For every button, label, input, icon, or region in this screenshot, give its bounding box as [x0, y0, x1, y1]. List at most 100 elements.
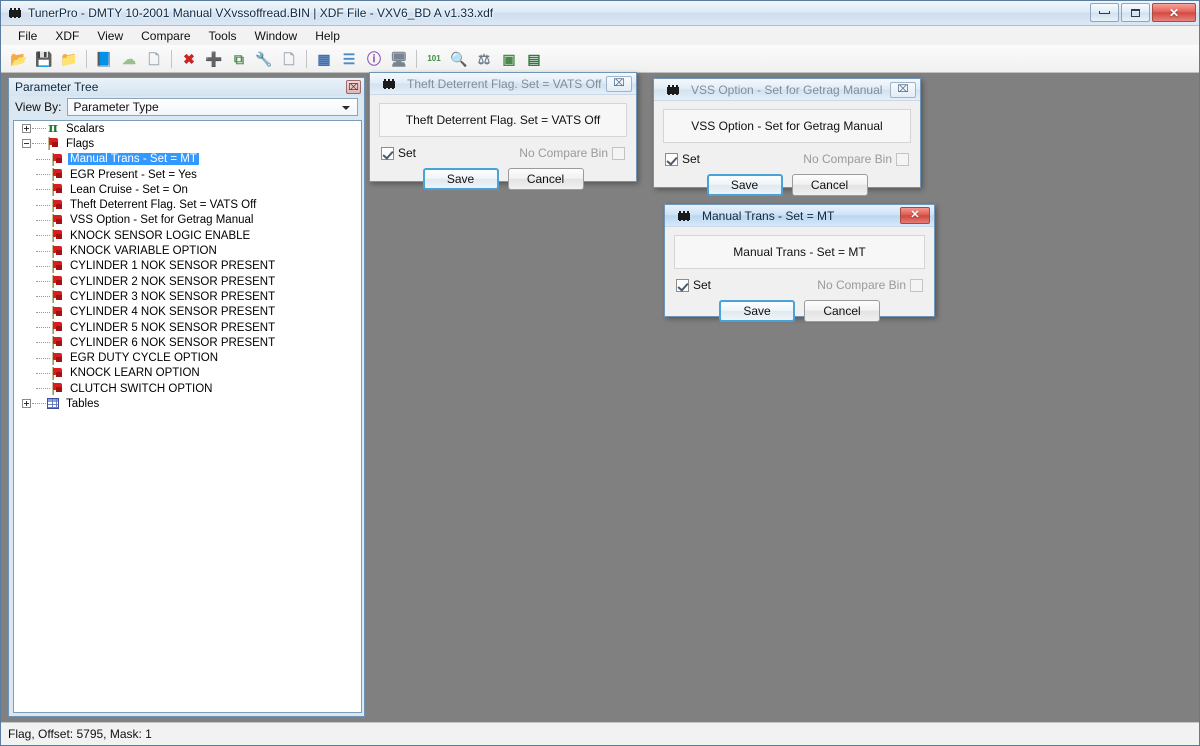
cancel-button[interactable]: Cancel: [791, 174, 868, 196]
flag-icon: [50, 336, 64, 350]
save-button[interactable]: Save: [422, 168, 499, 190]
no-compare-bin-checkbox: [910, 278, 923, 292]
toolbar-separator: [416, 49, 417, 68]
cancel-button[interactable]: Cancel: [804, 300, 880, 322]
menubar: File XDF View Compare Tools Window Help: [1, 26, 1199, 45]
load-xdf-button[interactable]: 📘: [92, 47, 116, 71]
menu-help[interactable]: Help: [306, 28, 349, 44]
dialog-buttons: Save Cancel: [379, 168, 627, 190]
dialog-vss-option[interactable]: VSS Option - Set for Getrag Manual ⌧ VSS O…: [653, 78, 921, 196]
dialog-title: VSS Option - Set for Getrag Manual: [691, 82, 883, 97]
set-checkbox[interactable]: [381, 146, 394, 160]
minimize-button[interactable]: [1090, 3, 1119, 22]
menu-view[interactable]: View: [88, 28, 132, 44]
open-file-button[interactable]: 📂: [7, 47, 31, 71]
tree-item[interactable]: Theft Deterrent Flag. Set = VATS Off: [14, 197, 361, 212]
expand-node-icon[interactable]: [22, 124, 31, 134]
compare-scales-button[interactable]: ⚖: [472, 47, 496, 71]
dialog-close-button[interactable]: ✕: [900, 207, 930, 224]
tree-item[interactable]: CYLINDER 2 NOK SENSOR PRESENT: [14, 274, 361, 289]
flag-icon: [50, 382, 64, 396]
hex-editor-icon: 101: [427, 53, 441, 63]
panel-close-icon[interactable]: ⌧: [346, 80, 361, 94]
view-by-select[interactable]: Parameter Type: [67, 98, 358, 116]
save-button[interactable]: Save: [706, 174, 783, 196]
tree-item[interactable]: CLUTCH SWITCH OPTION: [14, 381, 361, 396]
set-checkbox[interactable]: [665, 152, 678, 166]
tree-item[interactable]: Lean Cruise - Set = On: [14, 182, 361, 197]
spreadsheet-button[interactable]: ▤: [522, 47, 546, 71]
copy-item-button[interactable]: ⧉: [227, 47, 251, 71]
set-checkbox-group[interactable]: Set: [665, 152, 700, 166]
open-bin-button[interactable]: 📁: [57, 47, 81, 71]
tree-item[interactable]: CYLINDER 1 NOK SENSOR PRESENT: [14, 259, 361, 274]
close-xdf-button[interactable]: ☁: [117, 47, 141, 71]
flag-icon: [50, 183, 64, 197]
tree-connector: [36, 342, 50, 344]
properties-wrench-button[interactable]: 🔧: [252, 47, 276, 71]
set-checkbox-group[interactable]: Set: [676, 278, 711, 292]
tree-item[interactable]: π Scalars: [14, 121, 361, 136]
expand-node-icon[interactable]: [22, 399, 31, 409]
search-button[interactable]: 🔍: [447, 47, 471, 71]
no-compare-bin-group: No Compare Bin: [817, 278, 923, 292]
close-button[interactable]: ✕: [1152, 3, 1196, 22]
cancel-button[interactable]: Cancel: [507, 168, 584, 190]
table-view-button[interactable]: ▦: [312, 47, 336, 71]
chip-icon: [666, 84, 680, 95]
dialog-close-button[interactable]: ⌧: [890, 82, 916, 98]
set-checkbox[interactable]: [676, 278, 689, 292]
save-file-button[interactable]: 💾: [32, 47, 56, 71]
chevron-down-icon: [342, 106, 350, 110]
tree-item[interactable]: KNOCK VARIABLE OPTION: [14, 243, 361, 258]
hex-editor-button[interactable]: 101: [422, 47, 446, 71]
parameter-tree-list[interactable]: π Scalars Flags Manual Trans - Set = MT EGR …: [13, 120, 362, 713]
dialog-close-button[interactable]: ⌧: [606, 76, 632, 92]
new-document-button[interactable]: 🗋: [142, 47, 166, 71]
tree-item-label: CYLINDER 4 NOK SENSOR PRESENT: [70, 306, 276, 319]
menu-window[interactable]: Window: [246, 28, 307, 44]
tree-item[interactable]: CYLINDER 5 NOK SENSOR PRESENT: [14, 320, 361, 335]
tree-item[interactable]: KNOCK SENSOR LOGIC ENABLE: [14, 228, 361, 243]
tree-item-label: CLUTCH SWITCH OPTION: [70, 382, 213, 395]
collapse-node-icon[interactable]: [22, 139, 31, 149]
dialog-titlebar[interactable]: Manual Trans - Set = MT ✕: [665, 205, 934, 227]
tree-item-label: KNOCK SENSOR LOGIC ENABLE: [70, 229, 251, 242]
layout-button[interactable]: ▣: [497, 47, 521, 71]
tree-item[interactable]: Flags: [14, 136, 361, 151]
menu-compare[interactable]: Compare: [132, 28, 199, 44]
tree-item[interactable]: EGR DUTY CYCLE OPTION: [14, 350, 361, 365]
dialog-value-display: Manual Trans - Set = MT: [674, 235, 925, 269]
menu-file[interactable]: File: [9, 28, 46, 44]
set-checkbox-group[interactable]: Set: [381, 146, 416, 160]
tree-item[interactable]: Tables: [14, 396, 361, 411]
tree-item[interactable]: CYLINDER 4 NOK SENSOR PRESENT: [14, 305, 361, 320]
tree-item-label: KNOCK VARIABLE OPTION: [70, 245, 217, 258]
dialog-theft-deterrent-flag[interactable]: Theft Deterrent Flag. Set = VATS Off ⌧ The…: [369, 72, 637, 190]
tree-item[interactable]: KNOCK LEARN OPTION: [14, 366, 361, 381]
tree-item[interactable]: VSS Option - Set for Getrag Manual: [14, 213, 361, 228]
menu-xdf[interactable]: XDF: [46, 28, 88, 44]
tree-item[interactable]: CYLINDER 6 NOK SENSOR PRESENT: [14, 335, 361, 350]
dialog-titlebar[interactable]: VSS Option - Set for Getrag Manual ⌧: [654, 79, 920, 101]
window-titlebar: TunerPro - DMTY 10-2001 Manual VXvssoffr…: [1, 1, 1199, 26]
list-view-icon: ☰: [342, 50, 356, 67]
monitor-button[interactable]: 🖥: [387, 47, 411, 71]
tree-item[interactable]: CYLINDER 3 NOK SENSOR PRESENT: [14, 289, 361, 304]
save-button[interactable]: Save: [719, 300, 795, 322]
tree-item[interactable]: Manual Trans - Set = MT: [14, 152, 361, 167]
tree-item[interactable]: EGR Present - Set = Yes: [14, 167, 361, 182]
dialog-body: Theft Deterrent Flag. Set = VATS Off Set N…: [370, 95, 636, 199]
dialog-titlebar[interactable]: Theft Deterrent Flag. Set = VATS Off ⌧: [370, 73, 636, 95]
info-panel-button[interactable]: ⓘ: [362, 47, 386, 71]
blank-document-button[interactable]: 🗋: [277, 47, 301, 71]
delete-button[interactable]: ✖: [177, 47, 201, 71]
add-button[interactable]: ➕: [202, 47, 226, 71]
maximize-button[interactable]: [1121, 3, 1150, 22]
list-view-button[interactable]: ☰: [337, 47, 361, 71]
tree-connector: [36, 281, 50, 283]
set-label: Set: [682, 152, 701, 166]
dialog-manual-trans[interactable]: Manual Trans - Set = MT ✕ Manual Trans - S…: [664, 204, 935, 322]
menu-tools[interactable]: Tools: [200, 28, 246, 44]
monitor-icon: 🖥: [390, 50, 408, 67]
